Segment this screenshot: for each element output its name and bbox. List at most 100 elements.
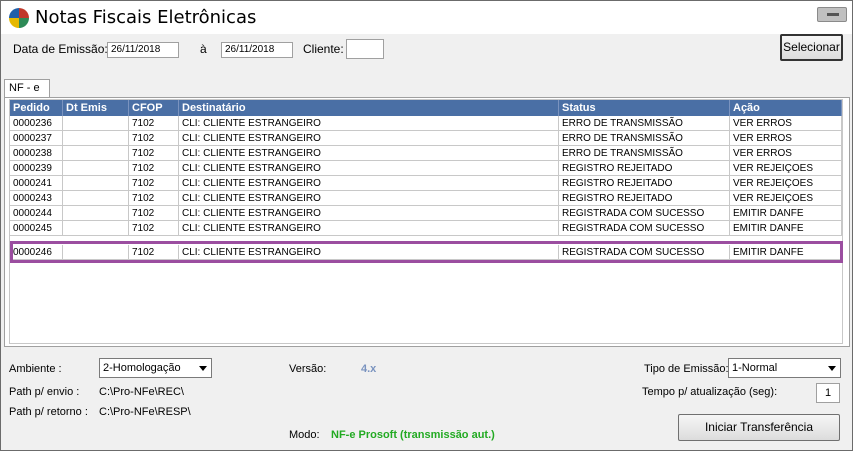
path-retorno-label: Path p/ retorno : — [9, 406, 88, 418]
table-row[interactable]: 0000237 7102 CLI: CLIENTE ESTRANGEIRO ER… — [10, 131, 842, 146]
client-field[interactable] — [346, 39, 384, 59]
cell-acao[interactable]: VER REJEIÇOES — [730, 191, 842, 206]
start-transfer-button[interactable]: Iniciar Transferência — [678, 414, 840, 441]
cell-status: ERRO DE TRANSMISSÃO — [559, 116, 730, 131]
column-header-status[interactable]: Status — [559, 100, 730, 116]
column-header-acao[interactable]: Ação — [730, 100, 842, 116]
cell-dt-emis — [63, 146, 129, 161]
path-retorno-value: C:\Pro-NFe\RESP\ — [99, 406, 191, 418]
cell-acao[interactable]: VER ERROS — [730, 116, 842, 131]
title-bar: Notas Fiscais Eletrônicas — [1, 1, 852, 34]
cell-pedido: 0000245 — [10, 221, 63, 236]
cell-dt-emis — [63, 206, 129, 221]
modo-value: NF-e Prosoft (transmissão aut.) — [331, 429, 495, 441]
cell-acao[interactable]: EMITIR DANFE — [730, 206, 842, 221]
column-header-destinatario[interactable]: Destinatário — [179, 100, 559, 116]
tipo-emissao-value: 1-Normal — [732, 362, 778, 374]
column-header-cfop[interactable]: CFOP — [129, 100, 179, 116]
versao-label: Versão: — [289, 363, 327, 375]
cell-status: REGISTRADA COM SUCESSO — [559, 221, 730, 236]
cell-destinatario: CLI: CLIENTE ESTRANGEIRO — [179, 146, 559, 161]
modo-label: Modo: — [289, 429, 320, 441]
cell-status: REGISTRADA COM SUCESSO — [559, 206, 730, 221]
table-row-selected[interactable]: 0000246 7102 CLI: CLIENTE ESTRANGEIRO RE… — [10, 245, 842, 260]
cell-pedido: 0000236 — [10, 116, 63, 131]
main-window: Notas Fiscais Eletrônicas Data de Emissã… — [0, 0, 853, 451]
cell-dt-emis — [63, 116, 129, 131]
cell-cfop: 7102 — [129, 206, 179, 221]
ambiente-select[interactable]: 2-Homologação — [99, 358, 212, 378]
cell-acao[interactable]: EMITIR DANFE — [730, 221, 842, 236]
cell-pedido: 0000244 — [10, 206, 63, 221]
cell-destinatario: CLI: CLIENTE ESTRANGEIRO — [179, 116, 559, 131]
cell-acao[interactable]: VER ERROS — [730, 146, 842, 161]
table-row[interactable]: 0000243 7102 CLI: CLIENTE ESTRANGEIRO RE… — [10, 191, 842, 206]
cell-status: ERRO DE TRANSMISSÃO — [559, 146, 730, 161]
cell-destinatario: CLI: CLIENTE ESTRANGEIRO — [179, 206, 559, 221]
path-envio-value: C:\Pro-NFe\REC\ — [99, 386, 184, 398]
table-row[interactable]: 0000238 7102 CLI: CLIENTE ESTRANGEIRO ER… — [10, 146, 842, 161]
cell-cfop: 7102 — [129, 191, 179, 206]
tempo-field[interactable]: 1 — [816, 383, 840, 403]
cell-cfop: 7102 — [129, 146, 179, 161]
cell-pedido: 0000237 — [10, 131, 63, 146]
close-button[interactable] — [817, 7, 847, 22]
client-label: Cliente: — [303, 42, 344, 56]
table-row[interactable]: 0000241 7102 CLI: CLIENTE ESTRANGEIRO RE… — [10, 176, 842, 191]
tab-nfe[interactable]: NF - e — [4, 79, 50, 98]
cell-dt-emis — [63, 176, 129, 191]
cell-destinatario: CLI: CLIENTE ESTRANGEIRO — [179, 176, 559, 191]
tipo-emissao-label: Tipo de Emissão: — [644, 363, 729, 375]
cell-status: REGISTRO REJEITADO — [559, 191, 730, 206]
date-to-field[interactable]: 26/11/2018 — [221, 42, 293, 58]
date-from-field[interactable]: 26/11/2018 — [107, 42, 179, 58]
cell-pedido: 0000238 — [10, 146, 63, 161]
cell-dt-emis — [63, 131, 129, 146]
cell-cfop: 7102 — [129, 131, 179, 146]
column-header-pedido[interactable]: Pedido — [10, 100, 63, 116]
cell-pedido: 0000243 — [10, 191, 63, 206]
table-row[interactable]: 0000245 7102 CLI: CLIENTE ESTRANGEIRO RE… — [10, 221, 842, 236]
invoice-grid: Pedido Dt Emis CFOP Destinatário Status … — [9, 99, 843, 344]
app-logo-icon — [9, 8, 29, 28]
cell-status: REGISTRADA COM SUCESSO — [559, 245, 730, 260]
tipo-emissao-select[interactable]: 1-Normal — [728, 358, 841, 378]
chevron-down-icon — [199, 366, 207, 371]
cell-acao[interactable]: VER REJEIÇOES — [730, 161, 842, 176]
cell-cfop: 7102 — [129, 176, 179, 191]
select-button[interactable]: Selecionar — [780, 34, 843, 61]
cell-dt-emis — [63, 161, 129, 176]
cell-cfop: 7102 — [129, 161, 179, 176]
cell-dt-emis — [63, 245, 129, 260]
cell-pedido: 0000239 — [10, 161, 63, 176]
versao-value: 4.x — [361, 363, 377, 375]
table-row[interactable]: 0000236 7102 CLI: CLIENTE ESTRANGEIRO ER… — [10, 116, 842, 131]
close-icon — [827, 13, 839, 16]
table-row[interactable]: 0000244 7102 CLI: CLIENTE ESTRANGEIRO RE… — [10, 206, 842, 221]
table-row[interactable]: 0000239 7102 CLI: CLIENTE ESTRANGEIRO RE… — [10, 161, 842, 176]
cell-pedido: 0000246 — [10, 245, 63, 260]
tempo-label: Tempo p/ atualização (seg): — [642, 386, 778, 398]
cell-destinatario: CLI: CLIENTE ESTRANGEIRO — [179, 161, 559, 176]
grid-header: Pedido Dt Emis CFOP Destinatário Status … — [10, 100, 842, 116]
cell-status: REGISTRO REJEITADO — [559, 161, 730, 176]
cell-status: REGISTRO REJEITADO — [559, 176, 730, 191]
cell-dt-emis — [63, 221, 129, 236]
cell-destinatario: CLI: CLIENTE ESTRANGEIRO — [179, 245, 559, 260]
cell-acao[interactable]: EMITIR DANFE — [730, 245, 842, 260]
date-to-label: à — [200, 42, 207, 56]
cell-cfop: 7102 — [129, 245, 179, 260]
cell-destinatario: CLI: CLIENTE ESTRANGEIRO — [179, 191, 559, 206]
cell-dt-emis — [63, 191, 129, 206]
ambiente-label: Ambiente : — [9, 363, 62, 375]
cell-acao[interactable]: VER ERROS — [730, 131, 842, 146]
column-header-dt-emis[interactable]: Dt Emis — [63, 100, 129, 116]
cell-destinatario: CLI: CLIENTE ESTRANGEIRO — [179, 221, 559, 236]
chevron-down-icon — [828, 366, 836, 371]
cell-status: ERRO DE TRANSMISSÃO — [559, 131, 730, 146]
ambiente-value: 2-Homologação — [103, 362, 181, 374]
cell-destinatario: CLI: CLIENTE ESTRANGEIRO — [179, 131, 559, 146]
emission-date-label: Data de Emissão: — [13, 42, 108, 56]
window-title: Notas Fiscais Eletrônicas — [35, 7, 257, 28]
cell-acao[interactable]: VER REJEIÇOES — [730, 176, 842, 191]
